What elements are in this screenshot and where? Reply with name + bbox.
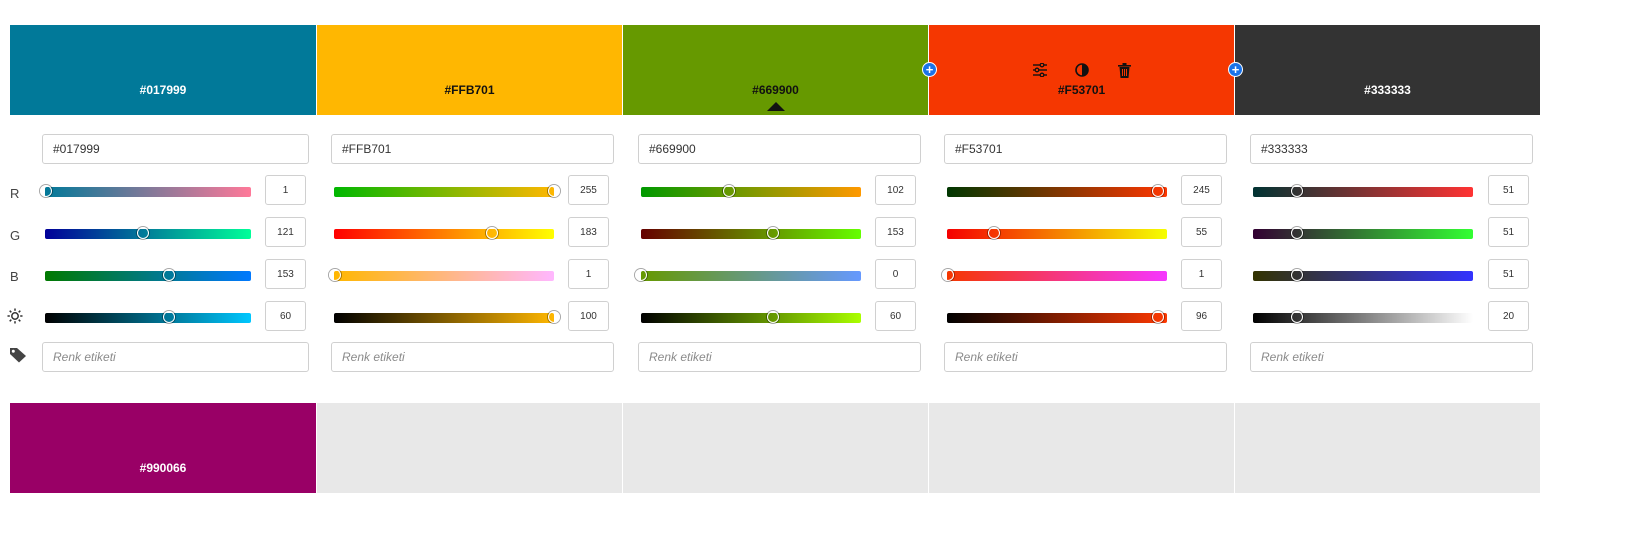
r-slider[interactable] [641, 185, 861, 197]
swatch-hex-label: #669900 [752, 83, 799, 97]
slider-thumb[interactable] [39, 185, 52, 197]
swatch-6[interactable]: #990066 [10, 403, 316, 493]
swatch-hex-label: #990066 [139, 461, 187, 475]
brightness-value[interactable]: 60 [875, 301, 916, 331]
g-value[interactable]: 51 [1488, 217, 1529, 247]
g-value[interactable]: 55 [1181, 217, 1222, 247]
slider-thumb[interactable] [723, 185, 735, 197]
swatch-hex-label: #FFB701 [444, 83, 495, 97]
row-label-r: R [10, 186, 20, 201]
sliders-icon[interactable] [1031, 61, 1049, 79]
slider-thumb[interactable] [1152, 185, 1165, 197]
trash-icon[interactable] [1115, 61, 1133, 79]
slider-thumb[interactable] [767, 227, 779, 239]
brightness-slider[interactable] [334, 311, 560, 323]
empty-slot[interactable] [623, 403, 928, 493]
slider-thumb[interactable] [1291, 185, 1303, 197]
brightness-slider[interactable] [1253, 311, 1473, 323]
color-label-input[interactable] [331, 342, 614, 372]
swatch-2[interactable]: #FFB701 [317, 25, 622, 115]
b-value[interactable]: 153 [265, 259, 306, 289]
slider-thumb[interactable] [1291, 311, 1303, 323]
brightness-value[interactable]: 20 [1488, 301, 1529, 331]
slider-thumb[interactable] [988, 227, 1001, 239]
swatch-1[interactable]: #017999 [10, 25, 316, 115]
g-slider[interactable] [641, 227, 861, 239]
slider-thumb[interactable] [162, 269, 175, 281]
slider-thumb[interactable] [136, 227, 149, 239]
r-slider[interactable] [334, 185, 560, 197]
g-slider[interactable] [1253, 227, 1473, 239]
hex-input[interactable] [944, 134, 1227, 164]
color-label-input[interactable] [944, 342, 1227, 372]
brightness-value[interactable]: 100 [568, 301, 609, 331]
b-slider[interactable] [1253, 269, 1473, 281]
slider-thumb[interactable] [635, 269, 647, 281]
brightness-slider[interactable] [45, 311, 251, 323]
empty-slot[interactable] [929, 403, 1234, 493]
color-label-input[interactable] [1250, 342, 1533, 372]
b-slider[interactable] [328, 269, 554, 281]
color-label-input[interactable] [42, 342, 309, 372]
b-slider[interactable] [635, 269, 861, 281]
b-slider[interactable] [941, 269, 1167, 281]
brightness-value[interactable]: 60 [265, 301, 306, 331]
slider-thumb[interactable] [548, 311, 560, 323]
row-label-b: B [10, 269, 19, 284]
swatch-hex-label: #F53701 [1057, 83, 1106, 97]
swatch-hex-label: #017999 [139, 83, 187, 97]
sun-icon [7, 308, 27, 327]
hex-input[interactable] [1250, 134, 1533, 164]
r-slider[interactable] [39, 185, 251, 197]
r-value[interactable]: 51 [1488, 175, 1529, 205]
b-value[interactable]: 1 [1181, 259, 1222, 289]
slider-thumb[interactable] [328, 269, 341, 281]
plus-icon[interactable]: + [922, 62, 937, 77]
slider-thumb[interactable] [1152, 311, 1165, 323]
g-slider[interactable] [334, 227, 554, 239]
color-label-input[interactable] [638, 342, 921, 372]
g-value[interactable]: 153 [875, 217, 916, 247]
r-value[interactable]: 245 [1181, 175, 1222, 205]
caret-up-icon [767, 102, 785, 111]
slider-thumb[interactable] [767, 311, 779, 323]
empty-slot[interactable] [317, 403, 622, 493]
contrast-icon[interactable] [1073, 61, 1091, 79]
plus-icon[interactable]: + [1228, 62, 1243, 77]
r-slider[interactable] [947, 185, 1167, 197]
b-slider[interactable] [45, 269, 251, 281]
brightness-slider[interactable] [947, 311, 1167, 323]
slider-thumb[interactable] [1291, 227, 1303, 239]
slider-thumb[interactable] [941, 269, 954, 281]
hex-input[interactable] [331, 134, 614, 164]
brightness-slider[interactable] [641, 311, 861, 323]
swatch-5[interactable]: #333333 [1235, 25, 1540, 115]
slider-thumb[interactable] [162, 311, 175, 323]
r-value[interactable]: 1 [265, 175, 306, 205]
row-label-g: G [10, 228, 21, 243]
r-slider[interactable] [1253, 185, 1473, 197]
b-value[interactable]: 0 [875, 259, 916, 289]
hex-input[interactable] [42, 134, 309, 164]
tag-icon [9, 347, 29, 366]
r-value[interactable]: 255 [568, 175, 609, 205]
empty-slot[interactable] [1235, 403, 1540, 493]
r-value[interactable]: 102 [875, 175, 916, 205]
slider-thumb[interactable] [548, 185, 560, 197]
b-value[interactable]: 1 [568, 259, 609, 289]
g-value[interactable]: 183 [568, 217, 609, 247]
swatch-hex-label: #333333 [1364, 83, 1411, 97]
g-slider[interactable] [45, 227, 251, 239]
b-value[interactable]: 51 [1488, 259, 1529, 289]
g-value[interactable]: 121 [265, 217, 306, 247]
slider-thumb[interactable] [1291, 269, 1303, 281]
g-slider[interactable] [947, 227, 1167, 239]
slider-thumb[interactable] [485, 227, 498, 239]
swatch-toolbar [1031, 61, 1133, 79]
brightness-value[interactable]: 96 [1181, 301, 1222, 331]
hex-input[interactable] [638, 134, 921, 164]
